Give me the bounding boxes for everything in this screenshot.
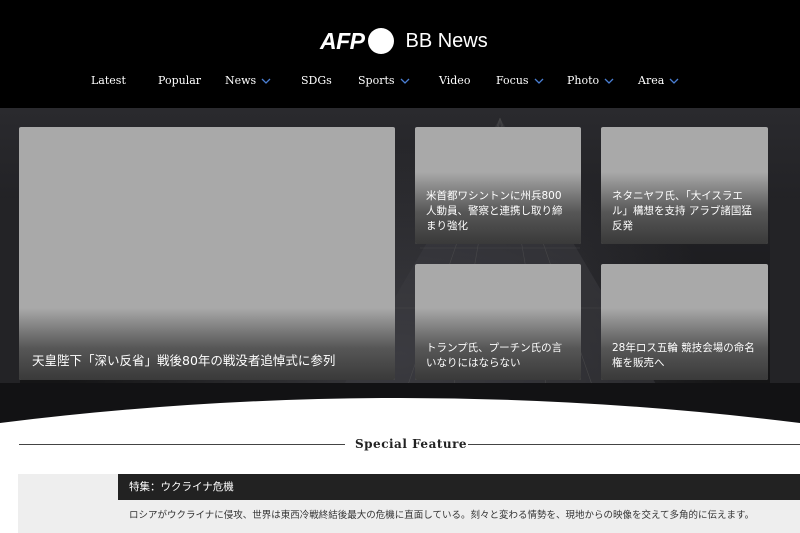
site-header: AFP BB News Latest Popular News SDGs Spo… (0, 0, 800, 108)
nav-item-photo[interactable]: Photo (567, 74, 614, 87)
special-feature-heading: Special Feature (355, 437, 468, 451)
main-nav: Latest Popular News SDGs Sports Video Fo… (0, 74, 800, 92)
site-logo[interactable]: AFP BB News (320, 25, 488, 57)
logo-dot-icon (367, 28, 394, 54)
hero-card[interactable]: 米首都ワシントンに州兵800人動員、警察と連携し取り締まり強化 (415, 127, 581, 244)
chevron-down-icon (534, 77, 544, 85)
hero-main-caption: 天皇陛下「深い反省」戦後80年の戦没者追悼式に参列 (32, 353, 336, 368)
chevron-down-icon (261, 77, 271, 85)
hero-card-caption: 米首都ワシントンに州兵800人動員、警察と連携し取り締まり強化 (426, 190, 563, 232)
section-divider (468, 444, 800, 445)
nav-item-label: Photo (567, 74, 600, 87)
nav-item-label: SDGs (301, 74, 332, 87)
chevron-down-icon (604, 77, 614, 85)
nav-item-popular[interactable]: Popular (158, 74, 201, 87)
nav-item-focus[interactable]: Focus (496, 74, 544, 87)
chevron-down-icon (400, 77, 410, 85)
hero-card[interactable]: ネタニヤフ氏、「大イスラエル」構想を支持 アラブ諸国猛反発 (601, 127, 768, 244)
nav-item-label: Focus (496, 74, 529, 87)
logo-bb-text: BB News (405, 29, 488, 52)
nav-item-video[interactable]: Video (439, 74, 470, 87)
nav-item-latest[interactable]: Latest (91, 74, 126, 87)
hero-card-caption: ネタニヤフ氏、「大イスラエル」構想を支持 アラブ諸国猛反発 (612, 190, 752, 232)
nav-item-label: Latest (91, 74, 126, 87)
chevron-down-icon (669, 77, 679, 85)
nav-item-label: Video (439, 74, 471, 87)
hero-card-caption: 28年ロス五輪 競技会場の命名権を販売へ (612, 342, 755, 369)
nav-item-area[interactable]: Area (638, 74, 679, 87)
hero-card-caption: トランプ氏、プーチン氏の言いなりにはならない (426, 342, 563, 369)
caption-shade (19, 308, 395, 380)
section-divider (19, 444, 345, 445)
hero-card[interactable]: 28年ロス五輪 競技会場の命名権を販売へ (601, 264, 768, 380)
feature-card[interactable]: 特集：ウクライナ危機 ロシアがウクライナに侵攻、世界は東西冷戦終結後最大の危機に… (18, 474, 800, 533)
feature-description: ロシアがウクライナに侵攻、世界は東西冷戦終結後最大の危機に直面している。刻々と変… (129, 510, 755, 521)
hero-main-card[interactable]: 天皇陛下「深い反省」戦後80年の戦没者追悼式に参列 (19, 127, 395, 380)
nav-item-label: Popular (158, 74, 202, 87)
feature-title: 特集：ウクライナ危機 (118, 474, 800, 500)
hero-card[interactable]: トランプ氏、プーチン氏の言いなりにはならない (415, 264, 581, 380)
nav-item-sports[interactable]: Sports (358, 74, 410, 87)
nav-item-sdgs[interactable]: SDGs (301, 74, 332, 87)
logo-afp-text: AFP (320, 27, 365, 54)
nav-item-label: Area (638, 74, 665, 87)
hero-curve-divider (0, 398, 800, 443)
nav-item-label: Sports (358, 74, 395, 87)
nav-item-news[interactable]: News (225, 74, 271, 87)
nav-item-label: News (225, 74, 257, 87)
